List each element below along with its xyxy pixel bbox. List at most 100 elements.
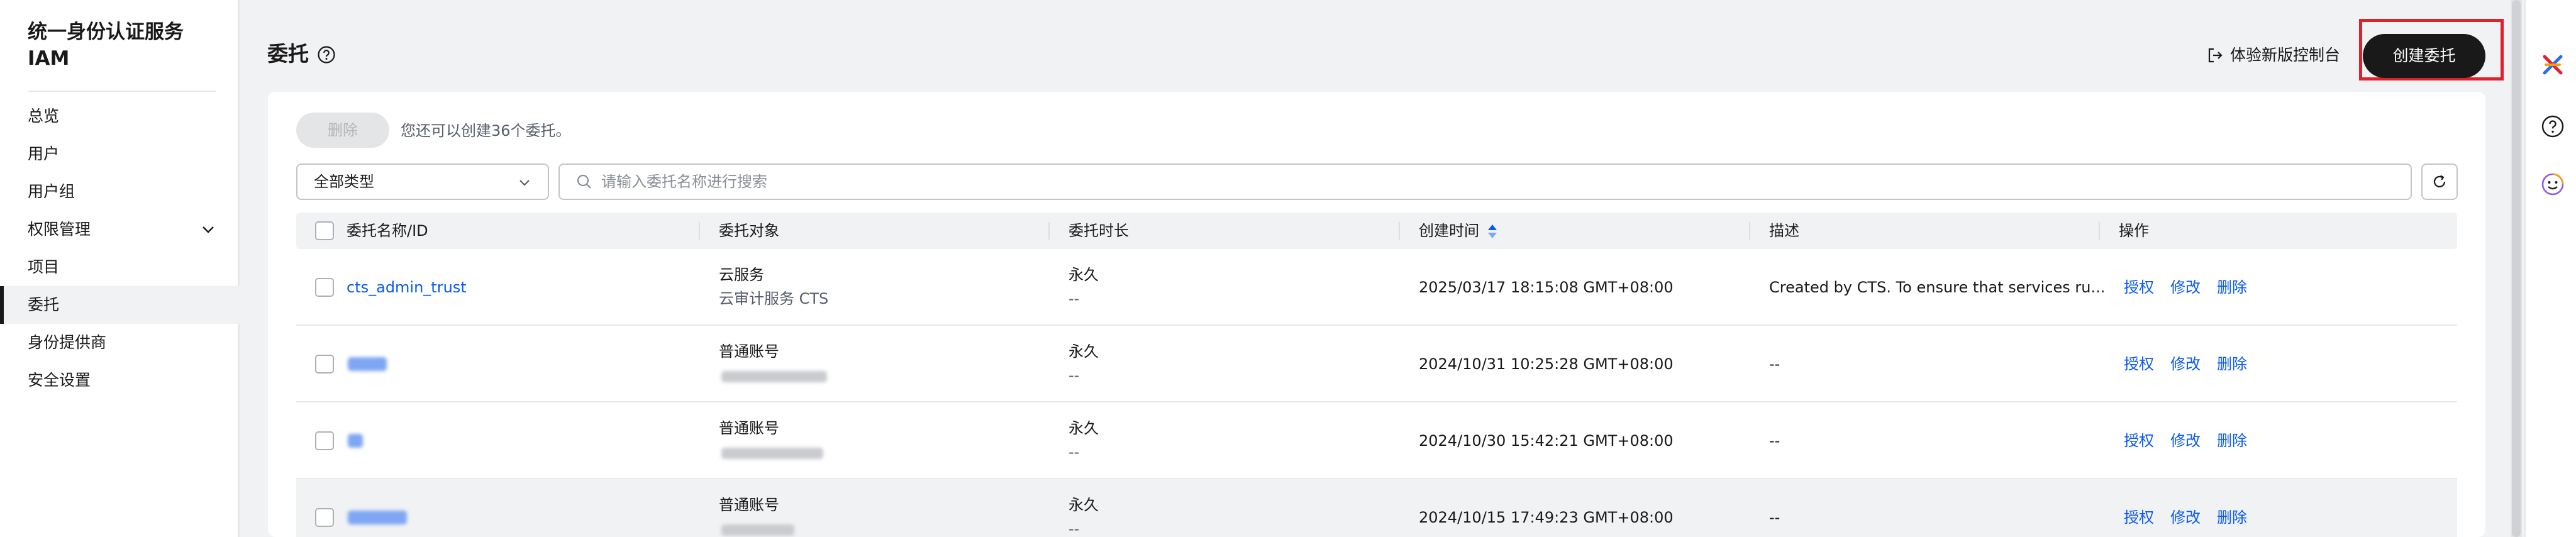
table-header: 委托名称/ID 委托对象 委托时长 创建时间 描述 操作	[296, 213, 2457, 249]
delete-link[interactable]: 删除	[2217, 277, 2247, 298]
target-type: 普通账号	[719, 419, 779, 437]
sidebar-item-users[interactable]: 用户	[0, 135, 240, 173]
col-name: 委托名称/ID	[347, 222, 428, 240]
duration: 永久	[1069, 419, 1099, 437]
help-icon[interactable]	[2541, 114, 2565, 138]
help-icon[interactable]	[317, 45, 336, 64]
target-account-redacted	[721, 448, 823, 459]
sidebar-item-security-settings[interactable]: 安全设置	[0, 362, 240, 399]
col-separator	[2099, 222, 2100, 240]
col-created: 创建时间	[1419, 222, 1479, 240]
sort-icon	[1488, 224, 1497, 238]
agency-table: 委托名称/ID 委托对象 委托时长 创建时间 描述 操作 cts_admin_t…	[296, 213, 2457, 537]
sidebar-item-identity-providers[interactable]: 身份提供商	[0, 324, 240, 362]
agency-name-link[interactable]	[348, 357, 387, 371]
duration-detail: --	[1069, 443, 1080, 461]
target-account-redacted	[721, 371, 827, 382]
smiley-icon[interactable]	[2541, 172, 2565, 196]
row-checkbox[interactable]	[315, 278, 334, 297]
refresh-icon	[2433, 175, 2446, 187]
duration-detail: --	[1069, 290, 1080, 307]
delete-button[interactable]: 删除	[296, 113, 389, 148]
created-time: 2024/10/30 15:42:21 GMT+08:00	[1419, 432, 1674, 450]
type-select-value: 全部类型	[314, 173, 374, 191]
target-detail: 云审计服务 CTS	[719, 290, 829, 307]
sidebar: 统一身份认证服务 IAM 总览 用户 用户组 权限管理 项目 委托 身份提供商 …	[0, 0, 240, 537]
duration: 永久	[1069, 496, 1099, 514]
description: --	[1769, 432, 1780, 450]
created-time: 2024/10/15 17:49:23 GMT+08:00	[1419, 509, 1674, 526]
modify-link[interactable]: 修改	[2170, 507, 2201, 528]
delete-link[interactable]: 删除	[2217, 430, 2247, 451]
delete-link[interactable]: 删除	[2217, 507, 2247, 528]
created-time: 2025/03/17 18:15:08 GMT+08:00	[1419, 279, 1674, 296]
authorize-link[interactable]: 授权	[2124, 430, 2154, 451]
sidebar-item-user-groups[interactable]: 用户组	[0, 173, 240, 211]
search-box	[558, 163, 2412, 200]
scrollbar-thumb[interactable]	[2512, 0, 2521, 537]
new-console-link[interactable]: 体验新版控制台	[2206, 43, 2340, 68]
duration-detail: --	[1069, 520, 1080, 537]
col-description: 描述	[1769, 222, 1799, 240]
refresh-button[interactable]	[2421, 163, 2458, 200]
delete-link[interactable]: 删除	[2217, 353, 2247, 375]
type-select[interactable]: 全部类型	[296, 163, 549, 200]
select-all-checkbox[interactable]	[315, 221, 334, 240]
target-type: 云服务	[719, 266, 764, 284]
page-title: 委托	[267, 42, 309, 66]
sidebar-item-label: 权限管理	[28, 220, 91, 238]
created-time: 2024/10/31 10:25:28 GMT+08:00	[1419, 355, 1674, 373]
authorize-link[interactable]: 授权	[2124, 277, 2154, 298]
description: --	[1769, 355, 1780, 373]
table-row: cts_admin_trust 云服务 云审计服务 CTS 永久 -- 2025…	[296, 249, 2457, 326]
exit-icon	[2208, 48, 2223, 63]
col-separator	[1749, 222, 1750, 240]
modify-link[interactable]: 修改	[2170, 277, 2201, 298]
col-duration: 委托时长	[1069, 222, 1129, 240]
sidebar-divider	[28, 91, 216, 92]
duration: 永久	[1069, 266, 1099, 284]
new-console-label: 体验新版控制台	[2230, 46, 2341, 64]
select-all-cell	[296, 213, 334, 249]
row-checkbox[interactable]	[315, 355, 334, 374]
authorize-link[interactable]: 授权	[2124, 507, 2154, 528]
table-row: 普通账号 永久 -- 2024/10/30 15:42:21 GMT+08:00…	[296, 402, 2457, 479]
chevron-down-icon	[519, 180, 530, 186]
row-checkbox[interactable]	[315, 431, 334, 450]
duration-detail: --	[1069, 367, 1080, 384]
target-type: 普通账号	[719, 496, 779, 514]
modify-link[interactable]: 修改	[2170, 430, 2201, 451]
description: --	[1769, 509, 1780, 526]
search-icon	[577, 174, 591, 189]
table-row: 普通账号 永久 -- 2024/10/15 17:49:23 GMT+08:00…	[296, 479, 2457, 537]
sidebar-menu: 总览 用户 用户组 权限管理 项目 委托 身份提供商 安全设置	[0, 97, 240, 399]
row-checkbox[interactable]	[315, 508, 334, 527]
col-created-sortable[interactable]: 创建时间	[1419, 213, 1499, 249]
sidebar-item-projects[interactable]: 项目	[0, 248, 240, 286]
agency-name-link[interactable]	[348, 434, 363, 448]
brand-icon[interactable]	[2541, 53, 2565, 77]
target-type: 普通账号	[719, 343, 779, 360]
col-separator	[1399, 222, 1400, 240]
table-row: 普通账号 永久 -- 2024/10/31 10:25:28 GMT+08:00…	[296, 326, 2457, 402]
agency-name-link[interactable]	[348, 511, 407, 524]
modify-link[interactable]: 修改	[2170, 353, 2201, 375]
app-title: 统一身份认证服务 IAM	[28, 21, 184, 70]
col-operations: 操作	[2119, 222, 2149, 240]
authorize-link[interactable]: 授权	[2124, 353, 2154, 375]
right-rail	[2524, 0, 2576, 537]
col-target: 委托对象	[719, 222, 779, 240]
col-separator	[1048, 222, 1050, 240]
main-card: 删除 您还可以创建36个委托。 全部类型 委托名称/ID 委托对象 委托时长	[268, 92, 2485, 537]
create-agency-button[interactable]: 创建委托	[2363, 34, 2485, 78]
sidebar-item-agencies[interactable]: 委托	[0, 286, 240, 324]
target-account-redacted	[721, 524, 794, 536]
sidebar-item-overview[interactable]: 总览	[0, 97, 240, 135]
sidebar-item-permissions[interactable]: 权限管理	[0, 211, 240, 248]
duration: 永久	[1069, 343, 1099, 360]
description: Created by CTS. To ensure that services …	[1769, 279, 2106, 296]
agency-name-link[interactable]: cts_admin_trust	[347, 277, 467, 298]
col-separator	[699, 222, 700, 240]
search-input[interactable]	[601, 173, 2362, 191]
quota-text: 您还可以创建36个委托。	[401, 122, 571, 140]
